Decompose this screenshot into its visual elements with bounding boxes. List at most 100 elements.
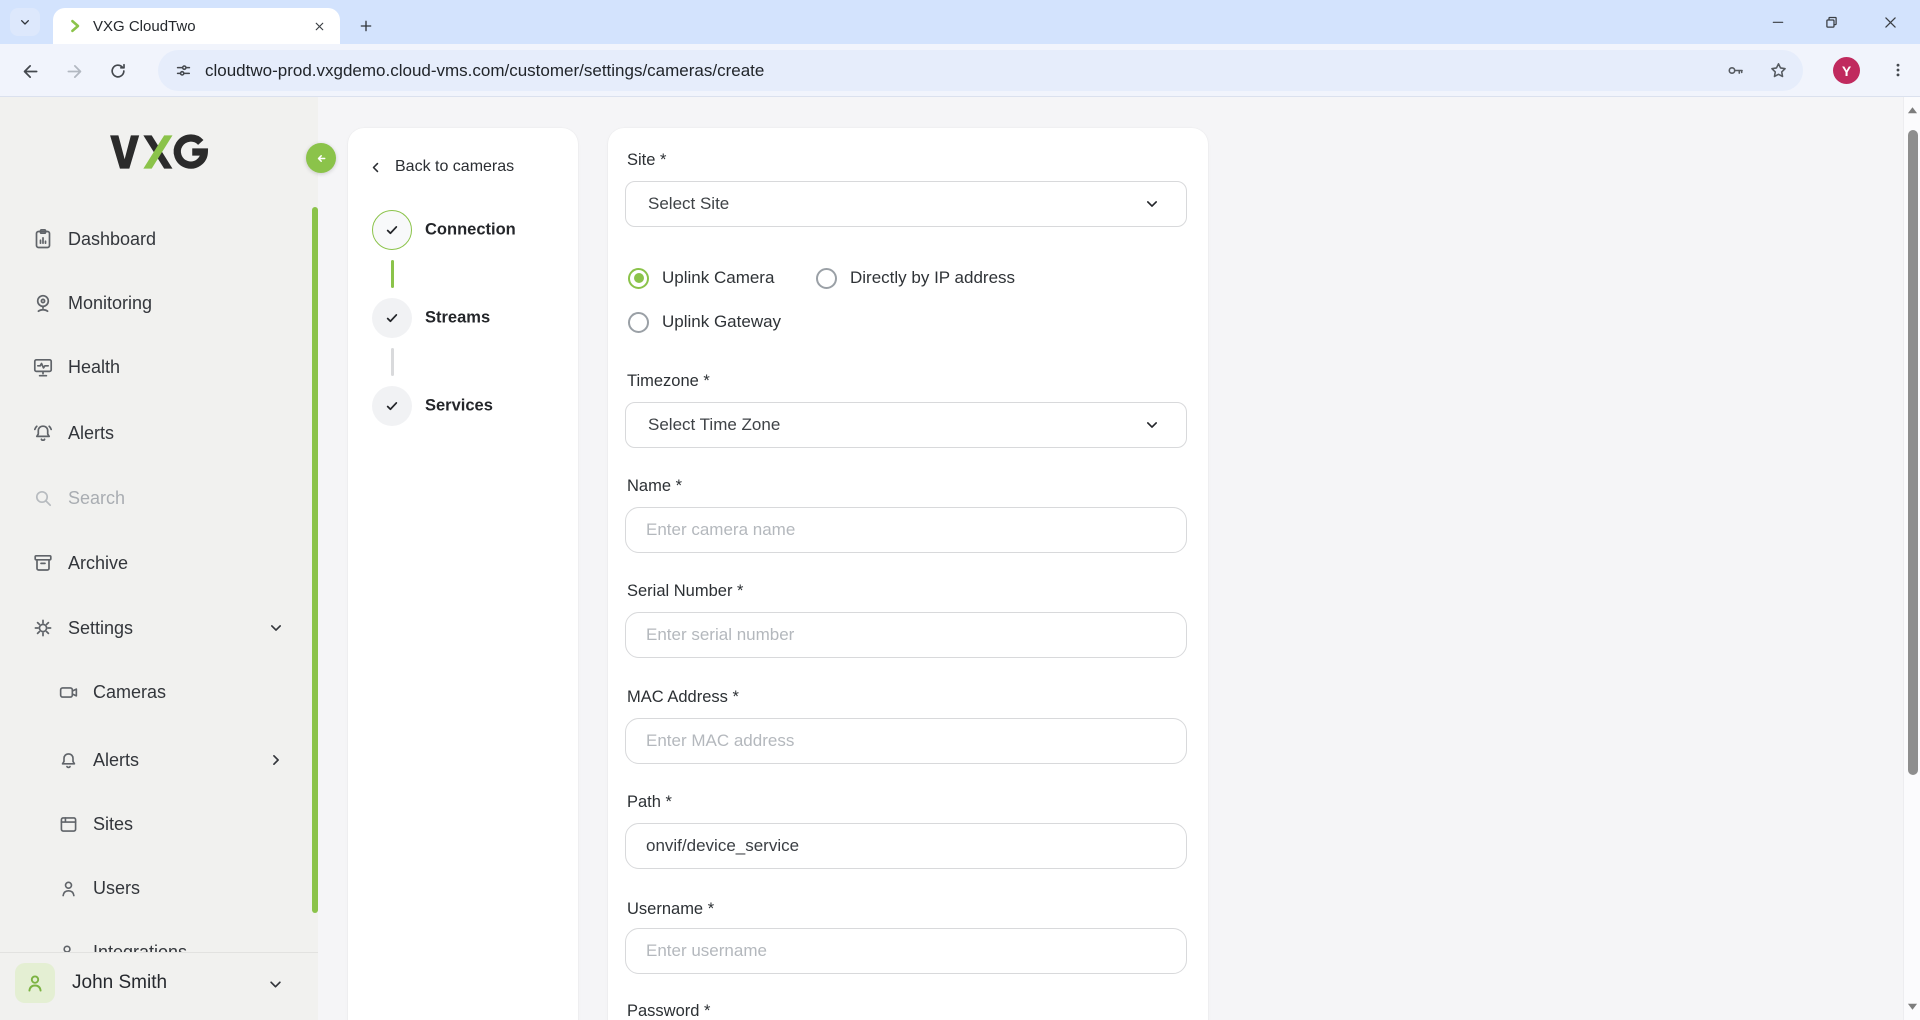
username-input[interactable] bbox=[625, 928, 1187, 974]
radio-selected-icon bbox=[628, 268, 649, 289]
check-icon bbox=[382, 396, 402, 416]
browser-profile-avatar[interactable]: Y bbox=[1833, 57, 1860, 84]
user-icon bbox=[57, 877, 80, 900]
chevron-down-icon bbox=[266, 618, 286, 638]
sidebar-item-label: Alerts bbox=[68, 423, 114, 444]
password-label: Password * bbox=[627, 999, 710, 1020]
reload-button[interactable] bbox=[102, 55, 134, 87]
camera-name-input[interactable] bbox=[625, 507, 1187, 553]
check-icon bbox=[382, 220, 402, 240]
wizard-stepper-panel: Back to cameras Connection Streams Servi… bbox=[348, 128, 578, 1020]
radio-directly-by-ip[interactable]: Directly by IP address bbox=[816, 267, 1015, 289]
user-menu[interactable]: John Smith bbox=[0, 953, 318, 1020]
serial-number-label: Serial Number * bbox=[627, 579, 743, 603]
webcam-icon bbox=[31, 291, 55, 315]
sidebar-scrollbar-thumb[interactable] bbox=[312, 207, 318, 913]
minimize-icon bbox=[1770, 14, 1786, 30]
sidebar-item-search[interactable]: Search bbox=[0, 481, 318, 515]
dashboard-icon bbox=[31, 227, 55, 251]
path-input[interactable] bbox=[625, 823, 1187, 869]
health-monitor-icon bbox=[31, 355, 55, 379]
address-bar[interactable]: cloudtwo-prod.vxgdemo.cloud-vms.com/cust… bbox=[158, 50, 1803, 91]
sidebar-item-users[interactable]: Users bbox=[0, 871, 318, 905]
archive-icon bbox=[31, 551, 55, 575]
radio-uplink-camera[interactable]: Uplink Camera bbox=[628, 267, 774, 289]
sidebar-collapse-button[interactable] bbox=[306, 143, 336, 173]
tab-close-icon[interactable] bbox=[310, 17, 328, 35]
radio-label: Uplink Gateway bbox=[662, 312, 781, 332]
password-key-icon[interactable] bbox=[1725, 60, 1746, 81]
bookmark-star-icon[interactable] bbox=[1768, 60, 1789, 81]
page-scrollbar[interactable] bbox=[1903, 97, 1920, 1020]
arrow-left-icon bbox=[313, 150, 330, 167]
sidebar-item-label: Health bbox=[68, 357, 120, 378]
search-icon bbox=[31, 486, 55, 510]
browser-menu-button[interactable] bbox=[1884, 56, 1912, 84]
chevron-down-icon bbox=[17, 14, 33, 30]
timezone-label: Timezone * bbox=[627, 369, 710, 393]
tab-search-button[interactable] bbox=[10, 8, 40, 36]
vxg-favicon-icon bbox=[66, 17, 84, 35]
sidebar-item-sites[interactable]: Sites bbox=[0, 807, 318, 841]
scroll-down-icon[interactable] bbox=[1907, 1001, 1918, 1012]
radio-label: Uplink Camera bbox=[662, 268, 774, 288]
minimize-button[interactable] bbox=[1763, 8, 1793, 36]
site-settings-icon bbox=[174, 61, 193, 80]
back-label: Back to cameras bbox=[395, 158, 514, 176]
sidebar-item-alerts-sub[interactable]: Alerts bbox=[0, 743, 318, 777]
chevron-down-icon bbox=[1142, 194, 1162, 214]
serial-number-input[interactable] bbox=[625, 612, 1187, 658]
radio-label: Directly by IP address bbox=[850, 268, 1015, 288]
close-window-button[interactable] bbox=[1875, 8, 1905, 36]
radio-uplink-gateway[interactable]: Uplink Gateway bbox=[628, 311, 781, 333]
sidebar-item-label: Sites bbox=[93, 814, 133, 835]
restore-icon bbox=[1823, 14, 1840, 31]
back-arrow-icon bbox=[20, 61, 41, 82]
back-button[interactable] bbox=[14, 55, 46, 87]
username-label: Username * bbox=[627, 897, 714, 921]
scroll-up-icon[interactable] bbox=[1907, 105, 1918, 116]
site-select[interactable]: Select Site bbox=[625, 181, 1187, 227]
site-label: Site * bbox=[627, 148, 666, 172]
timezone-select-value: Select Time Zone bbox=[648, 415, 780, 435]
url-text: cloudtwo-prod.vxgdemo.cloud-vms.com/cust… bbox=[205, 61, 764, 81]
browser-tab[interactable]: VXG CloudTwo bbox=[53, 8, 340, 44]
step-connection-indicator[interactable] bbox=[372, 210, 412, 250]
close-icon bbox=[1882, 14, 1899, 31]
new-tab-button[interactable] bbox=[352, 12, 380, 40]
sidebar-item-dashboard[interactable]: Dashboard bbox=[0, 222, 318, 256]
sidebar-item-label: Alerts bbox=[93, 750, 139, 771]
step-streams-indicator[interactable] bbox=[372, 298, 412, 338]
step-streams-label: Streams bbox=[425, 309, 490, 328]
sidebar-item-label: Users bbox=[93, 878, 140, 899]
step-connection-label: Connection bbox=[425, 221, 516, 240]
user-avatar-icon bbox=[23, 971, 47, 995]
sidebar-item-label: Monitoring bbox=[68, 293, 152, 314]
sidebar-item-label: Settings bbox=[68, 618, 133, 639]
site-select-value: Select Site bbox=[648, 194, 729, 214]
page-scrollbar-thumb[interactable] bbox=[1908, 130, 1918, 775]
sidebar-item-monitoring[interactable]: Monitoring bbox=[0, 286, 318, 320]
user-avatar bbox=[15, 963, 55, 1003]
sidebar-item-cameras[interactable]: Cameras bbox=[0, 675, 318, 709]
timezone-select[interactable]: Select Time Zone bbox=[625, 402, 1187, 448]
forward-arrow-icon bbox=[64, 61, 85, 82]
chevron-right-icon bbox=[266, 750, 286, 770]
tab-title: VXG CloudTwo bbox=[93, 18, 310, 35]
restore-button[interactable] bbox=[1816, 8, 1846, 36]
gear-icon bbox=[31, 616, 55, 640]
browser-window: VXG CloudTwo cloudtwo-prod.vxgdemo.cloud… bbox=[0, 0, 1920, 1020]
step-services-indicator[interactable] bbox=[372, 386, 412, 426]
sidebar-item-health[interactable]: Health bbox=[0, 350, 318, 384]
three-dots-icon bbox=[1889, 61, 1907, 79]
forward-button[interactable] bbox=[58, 55, 90, 87]
back-to-cameras-link[interactable]: Back to cameras bbox=[348, 152, 578, 182]
mac-address-input[interactable] bbox=[625, 718, 1187, 764]
app-page: Dashboard Monitoring Health Alerts Searc… bbox=[0, 97, 1920, 1020]
sidebar-item-alerts[interactable]: Alerts bbox=[0, 416, 318, 450]
sidebar-item-archive[interactable]: Archive bbox=[0, 546, 318, 580]
sidebar-item-label: Cameras bbox=[93, 682, 166, 703]
bell-ring-icon bbox=[31, 421, 55, 445]
sidebar-item-settings[interactable]: Settings bbox=[0, 611, 318, 645]
sidebar: Dashboard Monitoring Health Alerts Searc… bbox=[0, 97, 318, 1020]
